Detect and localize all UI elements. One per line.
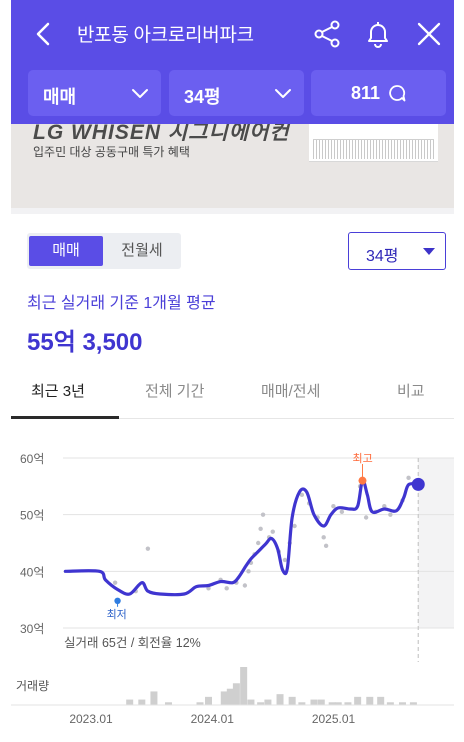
comments-button[interactable]: 811 bbox=[311, 70, 446, 116]
transaction-point bbox=[270, 529, 275, 534]
y-tick-label: 40억 bbox=[20, 565, 44, 579]
volume-bar bbox=[205, 696, 212, 705]
comment-count: 811 bbox=[350, 83, 381, 103]
volume-bar bbox=[220, 691, 228, 705]
volume-bar bbox=[288, 696, 296, 705]
transaction-point bbox=[339, 509, 345, 515]
chevron-down-icon bbox=[132, 89, 148, 98]
tab-sale-jeonse[interactable]: 매매/전세 bbox=[261, 380, 320, 401]
app-screen: 반포동 아크로리버파크 매매 34평 811 LG WHISEN 시그니에어컨 … bbox=[0, 0, 464, 742]
tab-all-period[interactable]: 전체 기간 bbox=[145, 380, 204, 401]
x-tick-label: 2023.01 bbox=[69, 712, 113, 726]
size-dropdown-label: 34평 bbox=[366, 248, 399, 265]
top-header: 반포동 아크로리버파크 매매 34평 811 bbox=[11, 0, 454, 124]
volume-bar bbox=[317, 699, 325, 705]
transaction-point bbox=[388, 512, 393, 517]
size-dropdown[interactable]: 34평 bbox=[348, 232, 446, 270]
transaction-point bbox=[260, 512, 266, 517]
title-bar: 반포동 아크로리버파크 bbox=[11, 0, 454, 66]
chevron-down-icon bbox=[275, 89, 291, 98]
transaction-point bbox=[363, 515, 369, 520]
size-label: 34평 bbox=[184, 87, 221, 107]
toggle-sale[interactable]: 매매 bbox=[29, 236, 103, 266]
tab-compare[interactable]: 비교 bbox=[397, 380, 425, 401]
max-label: 최고 bbox=[352, 452, 372, 465]
x-tick-label: 2025.01 bbox=[312, 712, 356, 726]
period-tabs: 최근 3년 전체 기간 매매/전세 비교 bbox=[11, 367, 454, 419]
latest-price-point bbox=[411, 477, 425, 491]
volume-bar bbox=[226, 688, 234, 705]
speech-bubble-icon bbox=[389, 85, 406, 102]
min-label: 최저 bbox=[107, 608, 127, 621]
transaction-point bbox=[256, 540, 261, 546]
transaction-point bbox=[282, 557, 288, 563]
transaction-point bbox=[321, 535, 326, 540]
average-price-label: 최근 실거래 기준 1개월 평균 bbox=[27, 295, 216, 312]
comments-content: 811 bbox=[311, 83, 446, 104]
volume-bar bbox=[264, 699, 272, 705]
price-chart[interactable]: 60억 50억 40억 30억 최고최저실거래 65건 / 회전율 12% 거래량 2023… bbox=[11, 440, 454, 742]
price-trend-line bbox=[63, 478, 420, 597]
transaction-point bbox=[224, 586, 229, 591]
volume-bar bbox=[377, 696, 385, 705]
share-icon[interactable] bbox=[313, 20, 341, 48]
back-icon[interactable] bbox=[33, 20, 55, 48]
y-tick-label: 60억 bbox=[20, 452, 44, 466]
transaction-point bbox=[292, 523, 297, 529]
volume-bar bbox=[240, 667, 248, 705]
transaction-point bbox=[331, 503, 336, 509]
volume-bar bbox=[276, 694, 284, 705]
volume-bar bbox=[232, 683, 240, 705]
average-price-value: 55억 3,500 bbox=[27, 329, 143, 356]
active-tab-indicator bbox=[11, 416, 119, 419]
price-chart-svg: 60억 50억 40억 30억 최고최저실거래 65건 / 회전율 12% 거래량 2023… bbox=[11, 452, 454, 726]
ad-banner[interactable]: LG WHISEN 시그니에어컨 입주민 대상 공동구매 특가 혜택 bbox=[11, 124, 454, 208]
transaction-point bbox=[242, 583, 248, 588]
deal-type-label: 매매 bbox=[43, 87, 77, 107]
close-icon[interactable] bbox=[415, 20, 443, 48]
transaction-point bbox=[145, 546, 151, 551]
bell-icon[interactable] bbox=[364, 20, 392, 48]
volume-label: 거래량 bbox=[16, 679, 49, 693]
volume-bar bbox=[150, 691, 158, 705]
tab-recent-3y[interactable]: 최근 3년 bbox=[31, 380, 85, 401]
transaction-point bbox=[112, 580, 118, 585]
volume-bar bbox=[126, 699, 134, 705]
trade-type-toggle: 매매 전월세 bbox=[27, 233, 181, 269]
caret-down-icon bbox=[423, 248, 435, 255]
max-marker bbox=[358, 476, 367, 485]
section-divider bbox=[11, 208, 454, 214]
page-title: 반포동 아크로리버파크 bbox=[77, 25, 254, 46]
transaction-point bbox=[406, 475, 411, 481]
y-tick-label: 30억 bbox=[20, 622, 44, 636]
size-selector[interactable]: 34평 bbox=[169, 70, 304, 116]
transaction-point bbox=[246, 569, 251, 574]
volume-bar bbox=[138, 699, 146, 705]
deal-type-selector[interactable]: 매매 bbox=[28, 70, 161, 116]
transaction-point bbox=[323, 543, 329, 549]
y-tick-label: 50억 bbox=[20, 509, 44, 523]
banner-subtext: 입주민 대상 공동구매 특가 혜택 bbox=[33, 145, 190, 159]
volume-bar bbox=[310, 699, 318, 705]
toggle-rent[interactable]: 전월세 bbox=[105, 236, 179, 266]
x-tick-label: 2024.01 bbox=[191, 712, 235, 726]
transaction-point bbox=[258, 526, 263, 532]
volume-bar bbox=[354, 696, 362, 705]
air-conditioner-image bbox=[309, 124, 438, 162]
volume-bar bbox=[247, 699, 255, 705]
transaction-count-note: 실거래 65건 / 회전율 12% bbox=[64, 636, 201, 650]
volume-bar bbox=[366, 696, 374, 705]
